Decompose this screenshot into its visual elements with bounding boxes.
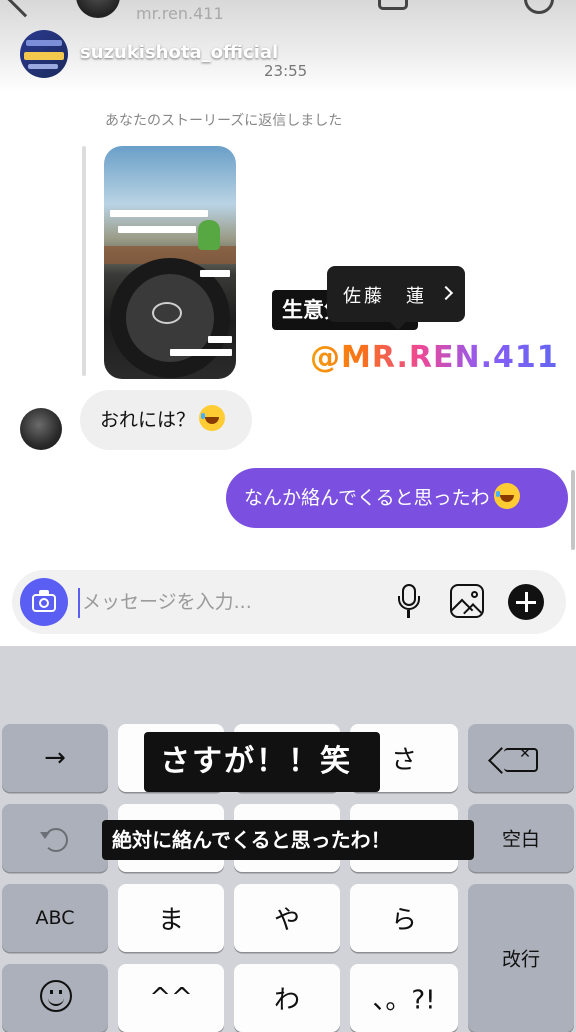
overlay-caption-2: 絶対に絡んでくると思ったわ！ bbox=[102, 820, 474, 860]
sent-message-text: なんか絡んでくると思ったわ bbox=[244, 487, 490, 509]
top-username[interactable]: mr.ren.411 bbox=[136, 4, 224, 23]
quote-line bbox=[82, 146, 86, 376]
story-reply-note: あなたのストーリーズに返信しました bbox=[105, 113, 343, 129]
message-input[interactable] bbox=[82, 586, 382, 618]
key-punctuation-label: 、。?! bbox=[372, 985, 436, 1016]
key-wa-label: わ bbox=[273, 985, 300, 1016]
car-logo bbox=[152, 302, 182, 324]
return-key[interactable]: 改行 bbox=[468, 884, 574, 1032]
key-kaomoji[interactable]: ^^ bbox=[118, 964, 224, 1032]
space-key-label: 空白 bbox=[501, 828, 540, 851]
video-call-icon[interactable] bbox=[378, 0, 408, 10]
space-key[interactable]: 空白 bbox=[468, 804, 574, 872]
undo-icon bbox=[40, 828, 68, 852]
key-ya-label: や bbox=[273, 905, 300, 936]
abc-key-label: ABC bbox=[35, 907, 75, 929]
key-ra-label: ら bbox=[390, 905, 417, 936]
text-caret bbox=[78, 588, 80, 618]
backspace-icon: ✕ bbox=[504, 747, 538, 772]
abc-key[interactable]: ABC bbox=[2, 884, 108, 952]
story-thumbnail[interactable] bbox=[104, 146, 236, 379]
tears-of-joy-emoji-icon bbox=[493, 483, 520, 509]
emoji-icon bbox=[40, 980, 72, 1012]
key-ra[interactable]: ら bbox=[350, 884, 458, 952]
key-ma[interactable]: ま bbox=[118, 884, 224, 952]
story-avatar[interactable] bbox=[20, 30, 68, 78]
received-message-text: おれには？ bbox=[100, 409, 196, 431]
key-ma-label: ま bbox=[157, 905, 184, 936]
key-arrow-label: → bbox=[44, 743, 66, 773]
mention-sticker[interactable]: @MR.REN.411 bbox=[310, 340, 559, 375]
name-sticker-label: 佐藤 蓮 bbox=[343, 286, 427, 307]
name-sticker[interactable]: 佐藤 蓮 bbox=[327, 266, 465, 322]
sender-avatar[interactable] bbox=[20, 408, 62, 450]
sticker-tail bbox=[388, 320, 408, 330]
story-header: mr.ren.411 suzukishota_official 23:55 bbox=[0, 0, 576, 92]
mic-icon[interactable] bbox=[398, 584, 420, 620]
key-wa[interactable]: わ bbox=[234, 964, 340, 1032]
top-avatar[interactable] bbox=[76, 0, 120, 18]
backspace-key[interactable]: ✕ bbox=[468, 724, 574, 792]
camera-button[interactable] bbox=[20, 578, 68, 626]
undo-key[interactable] bbox=[2, 804, 108, 872]
tears-of-joy-emoji-icon bbox=[199, 405, 226, 431]
message-composer bbox=[12, 570, 566, 634]
return-key-label: 改行 bbox=[501, 948, 540, 971]
story-username[interactable]: suzukishota_official bbox=[80, 42, 278, 63]
photo-icon[interactable] bbox=[450, 584, 484, 618]
chevron-right-icon bbox=[438, 285, 454, 301]
message-timestamp: 23:55 bbox=[264, 62, 308, 80]
sent-message[interactable]: なんか絡んでくると思ったわ bbox=[226, 468, 568, 528]
back-chevron-icon[interactable] bbox=[6, 0, 44, 18]
plant-figure bbox=[198, 220, 220, 250]
scrollbar[interactable] bbox=[571, 470, 575, 550]
key-kaomoji-label: ^^ bbox=[149, 983, 193, 1013]
key-punctuation[interactable]: 、。?! bbox=[350, 964, 458, 1032]
emoji-key[interactable] bbox=[2, 964, 108, 1032]
key-ya[interactable]: や bbox=[234, 884, 340, 952]
plus-icon[interactable] bbox=[508, 584, 544, 620]
key-arrow[interactable]: → bbox=[2, 724, 108, 792]
info-icon[interactable] bbox=[524, 0, 554, 14]
received-message[interactable]: おれには？ bbox=[80, 390, 252, 450]
overlay-caption-1: さすが！！笑 bbox=[144, 732, 380, 792]
